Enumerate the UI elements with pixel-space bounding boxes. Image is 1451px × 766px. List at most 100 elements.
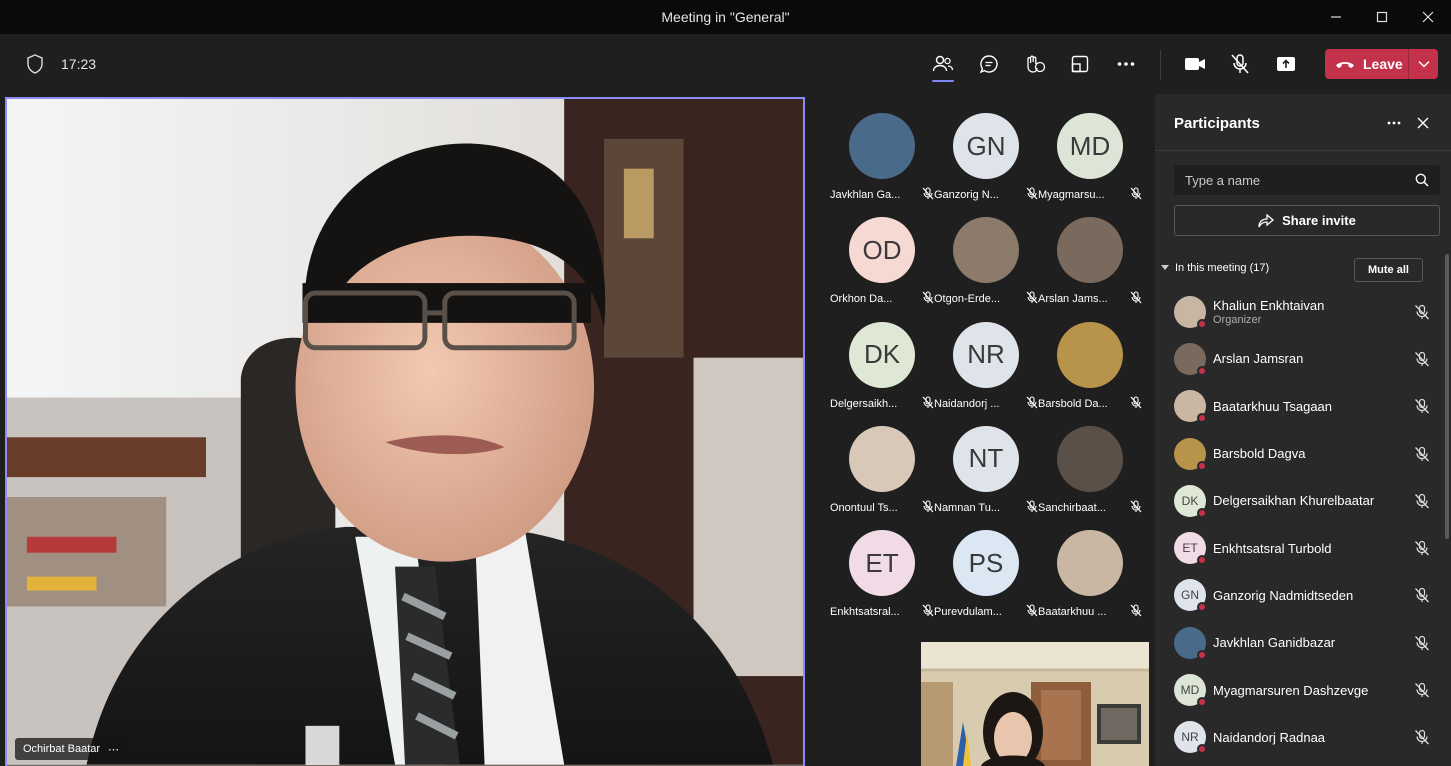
- mic-off-icon[interactable]: [1414, 446, 1430, 462]
- grid-tile[interactable]: NT Namnan Tu...: [934, 425, 1038, 530]
- share-tray-button[interactable]: [1063, 48, 1097, 80]
- participant-row[interactable]: MD Myagmarsuren Dashzevge: [1174, 666, 1444, 713]
- grid-tile[interactable]: GN Ganzorig N...: [934, 113, 1038, 217]
- mic-off-icon[interactable]: [1414, 587, 1430, 603]
- participant-row[interactable]: ET Enkhtsatsral Turbold: [1174, 524, 1444, 571]
- participant-row[interactable]: DK Delgersaikhan Khurelbaatar: [1174, 477, 1444, 524]
- main-video[interactable]: Ochirbat Baatar ⋯: [5, 97, 805, 766]
- avatar: DK: [1174, 484, 1207, 518]
- participant-name: Delgersaikhan Khurelbaatar: [1213, 493, 1375, 509]
- share-invite-button[interactable]: Share invite: [1174, 205, 1440, 236]
- mic-off-icon[interactable]: [1414, 351, 1430, 367]
- minimize-icon[interactable]: [1313, 0, 1359, 34]
- participant-row[interactable]: Khaliun Enkhtaivan Organizer: [1174, 288, 1444, 335]
- mic-button[interactable]: [1223, 48, 1257, 80]
- participant-row[interactable]: NR Naidandorj Radnaa: [1174, 714, 1444, 761]
- more-icon: [1387, 121, 1401, 125]
- grid-tile[interactable]: ET Enkhtsatsral...: [830, 530, 934, 634]
- mic-off-icon: [1026, 396, 1038, 412]
- leave-main[interactable]: Leave: [1325, 49, 1408, 79]
- mic-off-icon[interactable]: [1414, 682, 1430, 698]
- panel-more-button[interactable]: [1383, 112, 1405, 134]
- presence-dot: [1197, 697, 1207, 708]
- presence-dot: [1197, 460, 1207, 471]
- speaker-name-tag[interactable]: Ochirbat Baatar ⋯: [15, 738, 128, 760]
- leave-button[interactable]: Leave: [1325, 49, 1438, 79]
- mic-off-icon: [1130, 187, 1142, 203]
- participant-name: Delgersaikh...: [830, 397, 898, 410]
- participant-list: Khaliun Enkhtaivan Organizer Arslan Jamsra…: [1174, 288, 1444, 761]
- search-input[interactable]: [1185, 172, 1415, 188]
- participant-name: Khaliun Enkhtaivan: [1213, 297, 1325, 313]
- participants-button[interactable]: [926, 48, 960, 82]
- participant-row[interactable]: Arslan Jamsran: [1174, 335, 1444, 382]
- grid-tile[interactable]: MD Myagmarsu...: [1038, 113, 1142, 217]
- grid-tile-label: Barsbold Da...: [1038, 396, 1142, 412]
- close-window-icon[interactable]: [1405, 0, 1451, 34]
- share-screen-button[interactable]: [1269, 48, 1303, 80]
- panel-divider: [1155, 150, 1451, 151]
- leave-options-button[interactable]: [1408, 49, 1438, 79]
- mic-off-icon[interactable]: [1414, 493, 1430, 509]
- avatar: OD: [849, 217, 915, 284]
- self-view[interactable]: [921, 642, 1149, 766]
- in-meeting-section-toggle[interactable]: In this meeting (17): [1161, 262, 1269, 274]
- people-icon: [932, 55, 954, 72]
- grid-tile[interactable]: Sanchirbaat...: [1038, 425, 1142, 530]
- participant-name: Arslan Jamsran: [1213, 351, 1304, 367]
- mic-off-icon[interactable]: [1414, 540, 1430, 556]
- mic-off-icon[interactable]: [1414, 304, 1430, 320]
- grid-tile[interactable]: Onontuul Ts...: [830, 425, 934, 530]
- participant-row[interactable]: Javkhlan Ganidbazar: [1174, 619, 1444, 666]
- mic-off-icon: [1231, 54, 1249, 74]
- mic-off-icon[interactable]: [1414, 635, 1430, 651]
- chat-button[interactable]: [972, 48, 1006, 80]
- avatar: PS: [953, 530, 1019, 597]
- grid-tile-label: Ganzorig N...: [934, 187, 1038, 203]
- participant-row[interactable]: Baatarkhuu Tsagaan: [1174, 383, 1444, 430]
- grid-tile[interactable]: PS Purevdulam...: [934, 530, 1038, 634]
- participant-row[interactable]: GN Ganzorig Nadmidtseden: [1174, 572, 1444, 619]
- participant-name: Enkhtsatsral Turbold: [1213, 540, 1332, 556]
- avatar: [1174, 626, 1207, 660]
- participant-search[interactable]: [1174, 165, 1440, 195]
- grid-tile[interactable]: Javkhlan Ga...: [830, 113, 934, 217]
- panel-close-button[interactable]: [1412, 112, 1434, 134]
- participant-info: Naidandorj Radnaa: [1213, 730, 1325, 745]
- close-icon: [1417, 117, 1429, 129]
- mic-off-icon[interactable]: [1414, 398, 1430, 414]
- participant-name: Javkhlan Ganidbazar: [1213, 635, 1336, 651]
- participant-info: Barsbold Dagva: [1213, 446, 1306, 461]
- grid-tile[interactable]: Barsbold Da...: [1038, 321, 1142, 426]
- speaker-more-button[interactable]: ⋯: [108, 743, 119, 756]
- more-actions-button[interactable]: [1109, 48, 1143, 80]
- mic-off-icon[interactable]: [1414, 729, 1430, 745]
- participant-info: Ganzorig Nadmidtseden: [1213, 588, 1353, 603]
- grid-tile-label: Arslan Jams...: [1038, 291, 1142, 307]
- grid-tile-label: Naidandorj ...: [934, 396, 1038, 412]
- panel-title: Participants: [1174, 115, 1260, 132]
- mute-all-button[interactable]: Mute all: [1354, 258, 1423, 282]
- grid-tile[interactable]: DK Delgersaikh...: [830, 321, 934, 426]
- grid-tile[interactable]: OD Orkhon Da...: [830, 217, 934, 321]
- participant-name: Purevdulam...: [934, 606, 1002, 619]
- maximize-icon[interactable]: [1359, 0, 1405, 34]
- grid-tile-label: Javkhlan Ga...: [830, 187, 934, 203]
- mic-off-icon: [1130, 604, 1142, 620]
- mic-off-icon: [1130, 291, 1142, 307]
- avatar-initials: MD: [1180, 683, 1200, 698]
- title-bar: Meeting in "General": [0, 0, 1451, 34]
- panel-scrollbar[interactable]: [1445, 254, 1449, 539]
- grid-tile[interactable]: Baatarkhuu ...: [1038, 530, 1142, 634]
- grid-tile[interactable]: Otgon-Erde...: [934, 217, 1038, 321]
- search-icon[interactable]: [1415, 173, 1429, 187]
- avatar: GN: [1174, 579, 1207, 613]
- grid-tile[interactable]: NR Naidandorj ...: [934, 321, 1038, 426]
- participant-name: Baatarkhuu ...: [1038, 606, 1107, 619]
- reactions-button[interactable]: [1018, 48, 1052, 80]
- grid-tile[interactable]: Arslan Jams...: [1038, 217, 1142, 321]
- camera-button[interactable]: [1178, 48, 1212, 80]
- participant-name: Barsbold Da...: [1038, 397, 1108, 410]
- participant-row[interactable]: Barsbold Dagva: [1174, 430, 1444, 477]
- presence-dot: [1197, 744, 1207, 755]
